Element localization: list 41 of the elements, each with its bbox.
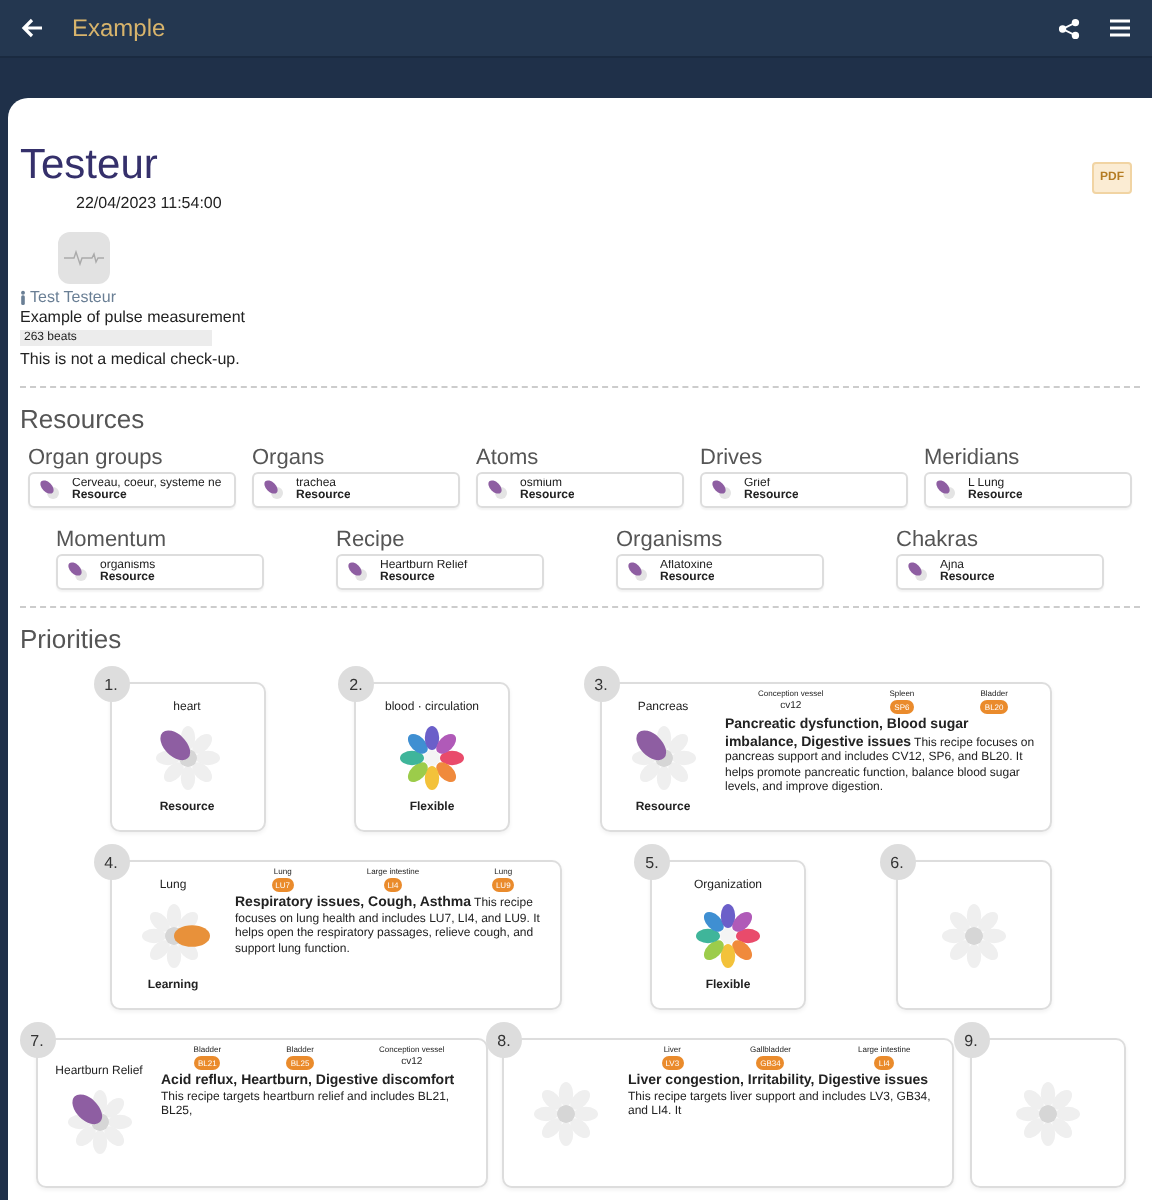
petal-icon [906, 560, 930, 584]
group-heading: Atoms [476, 446, 541, 470]
app-title: Example [72, 14, 166, 42]
back-arrow-icon[interactable] [20, 16, 44, 40]
rank-badge: 4. [93, 844, 129, 880]
report-title: Testeur [20, 142, 158, 190]
petal-icon [626, 560, 650, 584]
petal-icon [934, 478, 958, 502]
rank-badge: 2. [338, 666, 374, 702]
rank-badge: 6. [879, 844, 915, 880]
group-heading: Momentum [56, 528, 169, 552]
rank-badge: 9. [953, 1022, 989, 1058]
rank-badge: 5. [634, 844, 670, 880]
group-heading: Chakras [896, 528, 980, 552]
rank-badge: 7. [19, 1022, 55, 1058]
petal-icon [710, 478, 734, 502]
report-date: 22/04/2023 11:54:00 [76, 194, 224, 212]
petal-icon [346, 560, 370, 584]
group-heading: Recipe [336, 528, 407, 552]
petal-icon [486, 478, 510, 502]
group-heading: Meridians [924, 446, 1022, 470]
menu-icon[interactable] [1108, 16, 1132, 40]
group-heading: Drives [700, 446, 765, 470]
rank-badge: 3. [583, 666, 619, 702]
person-name[interactable]: Test Testeur [30, 288, 116, 306]
petal-icon [262, 478, 286, 502]
rank-badge: 1. [93, 666, 129, 702]
group-heading: Organ groups [28, 446, 165, 470]
priority-card[interactable] [599, 682, 1051, 832]
measurement-description: Example of pulse measurement [20, 306, 247, 328]
group-heading: Organs [252, 446, 327, 470]
share-icon[interactable] [1058, 17, 1080, 39]
rank-badge: 8. [486, 1022, 522, 1058]
section-heading: Priorities [20, 624, 124, 654]
disclaimer: This is not a medical check-up. [20, 348, 242, 370]
group-heading: Organisms [616, 528, 725, 552]
petal-icon [38, 478, 62, 502]
section-heading: Resources [20, 404, 147, 434]
person-icon [20, 289, 26, 305]
petal-icon [66, 560, 90, 584]
pulse-thumbnail-icon [58, 232, 110, 284]
